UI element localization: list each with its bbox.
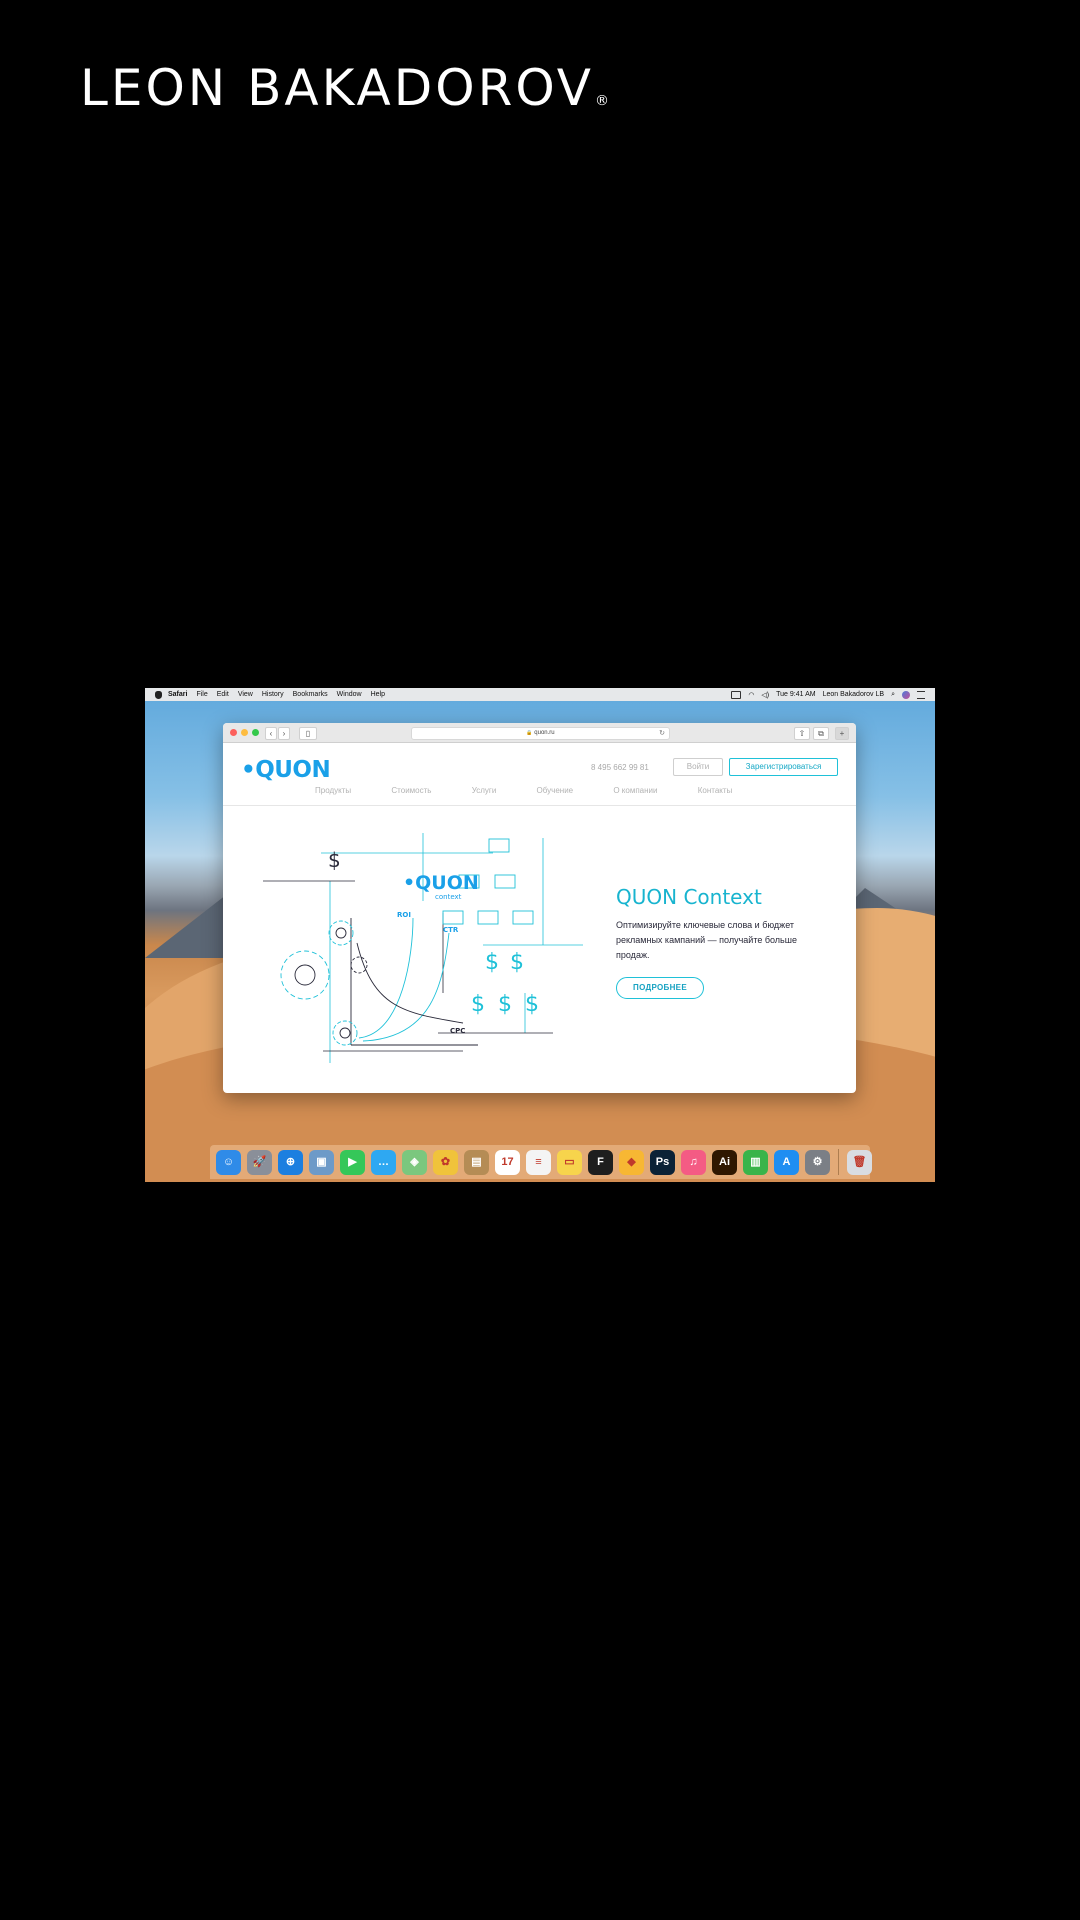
illustrator-icon[interactable]: Ai [712, 1149, 737, 1175]
menu-history[interactable]: History [262, 691, 284, 698]
nav-about[interactable]: О компании [613, 786, 657, 795]
address-bar[interactable]: 🔒 quon.ru ↻ [411, 727, 670, 740]
more-button[interactable]: ПОДРОБНЕЕ [616, 977, 704, 999]
spotlight-icon[interactable]: ⌕ [891, 691, 895, 699]
notification-center-icon[interactable] [917, 690, 925, 699]
preview-icon[interactable]: ▣ [309, 1149, 334, 1175]
safari-window: ‹ › ▯ 🔒 quon.ru ↻ ⇧ ⧉ + •QUON 8 495 662 … [223, 723, 856, 1093]
menu-help[interactable]: Help [371, 691, 385, 698]
menu-bar: Safari File Edit View History Bookmarks … [145, 688, 935, 701]
apple-icon[interactable] [155, 690, 162, 699]
dollar-sign: $ [328, 848, 341, 872]
ctr-label: CTR [443, 926, 459, 934]
roi-label: ROI [397, 911, 411, 919]
zoom-window-icon[interactable] [252, 729, 259, 736]
dock-separator [838, 1149, 839, 1175]
new-tab-icon[interactable]: + [835, 727, 849, 740]
clock[interactable]: Tue 9:41 AM [776, 691, 815, 698]
nav-pricing[interactable]: Стоимость [391, 786, 431, 795]
photos-icon[interactable]: ✿ [433, 1149, 458, 1175]
mac-desktop-screenshot: Safari File Edit View History Bookmarks … [145, 688, 935, 1182]
volume-icon[interactable]: ◁) [761, 691, 769, 699]
menu-app-name[interactable]: Safari [168, 691, 187, 698]
register-button[interactable]: Зарегистрироваться [729, 758, 838, 776]
cpc-label: CPC [450, 1027, 465, 1035]
phone-number[interactable]: 8 495 662 99 81 [591, 763, 649, 772]
dollar-sign: $ [471, 992, 485, 1017]
quon-context-illustration: $ •QUON context ROI CTR CPC $ $ $ $ $ [263, 833, 583, 1063]
sidebar-icon[interactable]: ▯ [299, 727, 317, 740]
system-preferences-icon[interactable]: ⚙ [805, 1149, 830, 1175]
hero-description: Оптимизируйте ключевые слова и бюджет ре… [616, 920, 797, 960]
lock-icon: 🔒 [526, 730, 533, 736]
safari-icon[interactable]: ⊕ [278, 1149, 303, 1175]
figma-icon[interactable]: F [588, 1149, 613, 1175]
finder-icon[interactable]: ☺ [216, 1149, 241, 1175]
reminders-icon[interactable]: ≡ [526, 1149, 551, 1175]
illustration-logo: •QUON [403, 872, 479, 894]
illustration-sublabel: context [435, 893, 462, 901]
status-area: ◠ ◁) Tue 9:41 AM Leon Bakadorov LB ⌕ [731, 688, 925, 701]
registered-mark: ® [595, 93, 609, 109]
close-window-icon[interactable] [230, 729, 237, 736]
numbers-icon[interactable]: ▥ [743, 1149, 768, 1175]
music-icon[interactable]: ♫ [681, 1149, 706, 1175]
menu-bookmarks[interactable]: Bookmarks [293, 691, 328, 698]
dollar-sign: $ [525, 992, 539, 1017]
launchpad-icon[interactable]: 🚀 [247, 1149, 272, 1175]
site-header: •QUON 8 495 662 99 81 Войти Зарегистриро… [223, 743, 856, 806]
sketch-icon[interactable]: ◆ [619, 1149, 644, 1175]
back-icon[interactable]: ‹ [265, 727, 277, 740]
login-button[interactable]: Войти [673, 758, 723, 776]
menu-view[interactable]: View [238, 691, 253, 698]
tabs-icon[interactable]: ⧉ [813, 727, 829, 740]
reload-icon[interactable]: ↻ [659, 728, 665, 739]
dock: ☺ 🚀 ⊕ ▣ ▶… ◈ ✿ ▤ 17 ≡ ▭ F ◆ Ps ♫ Ai ▥ A ⚙ 🗑 [210, 1145, 872, 1179]
dollar-sign: $ [510, 950, 524, 975]
site-nav: Продукты Стоимость Услуги Обучение О ком… [315, 786, 770, 795]
nav-training[interactable]: Обучение [537, 786, 574, 795]
notes-icon[interactable]: ▭ [557, 1149, 582, 1175]
app-store-icon[interactable]: A [774, 1149, 799, 1175]
trash-icon[interactable]: 🗑 [847, 1149, 872, 1175]
photoshop-icon[interactable]: Ps [650, 1149, 675, 1175]
user-name[interactable]: Leon Bakadorov LB [823, 691, 885, 698]
menu-edit[interactable]: Edit [217, 691, 229, 698]
calendar-icon[interactable]: 17 [495, 1149, 520, 1175]
siri-icon[interactable] [902, 690, 910, 699]
menu-file[interactable]: File [196, 691, 207, 698]
dollar-sign: $ [498, 992, 512, 1017]
nav-services[interactable]: Услуги [472, 786, 497, 795]
roi-ctr-cpc-graph [350, 917, 478, 1046]
dollar-sign: $ [485, 950, 499, 975]
facetime-icon[interactable]: ▶ [340, 1149, 365, 1175]
share-icon[interactable]: ⇧ [794, 727, 810, 740]
menu-window[interactable]: Window [337, 691, 362, 698]
nav-contacts[interactable]: Контакты [698, 786, 733, 795]
wifi-icon[interactable]: ◠ [748, 691, 754, 699]
quon-logo[interactable]: •QUON [241, 757, 331, 783]
brand-name: LEON BAKADOROV [80, 59, 594, 117]
maps-icon[interactable]: ◈ [402, 1149, 427, 1175]
brand-logo: LEON BAKADOROV® [80, 58, 609, 131]
airplay-icon[interactable] [731, 690, 742, 699]
messages-icon[interactable]: … [371, 1149, 396, 1175]
gear-icons [280, 920, 368, 1046]
url-text: quon.ru [534, 730, 555, 736]
forward-icon[interactable]: › [278, 727, 290, 740]
contacts-icon[interactable]: ▤ [464, 1149, 489, 1175]
browser-toolbar: ‹ › ▯ 🔒 quon.ru ↻ ⇧ ⧉ + [223, 723, 856, 743]
minimize-window-icon[interactable] [241, 729, 248, 736]
hero-title: QUON Context [616, 885, 762, 909]
nav-products[interactable]: Продукты [315, 786, 351, 795]
